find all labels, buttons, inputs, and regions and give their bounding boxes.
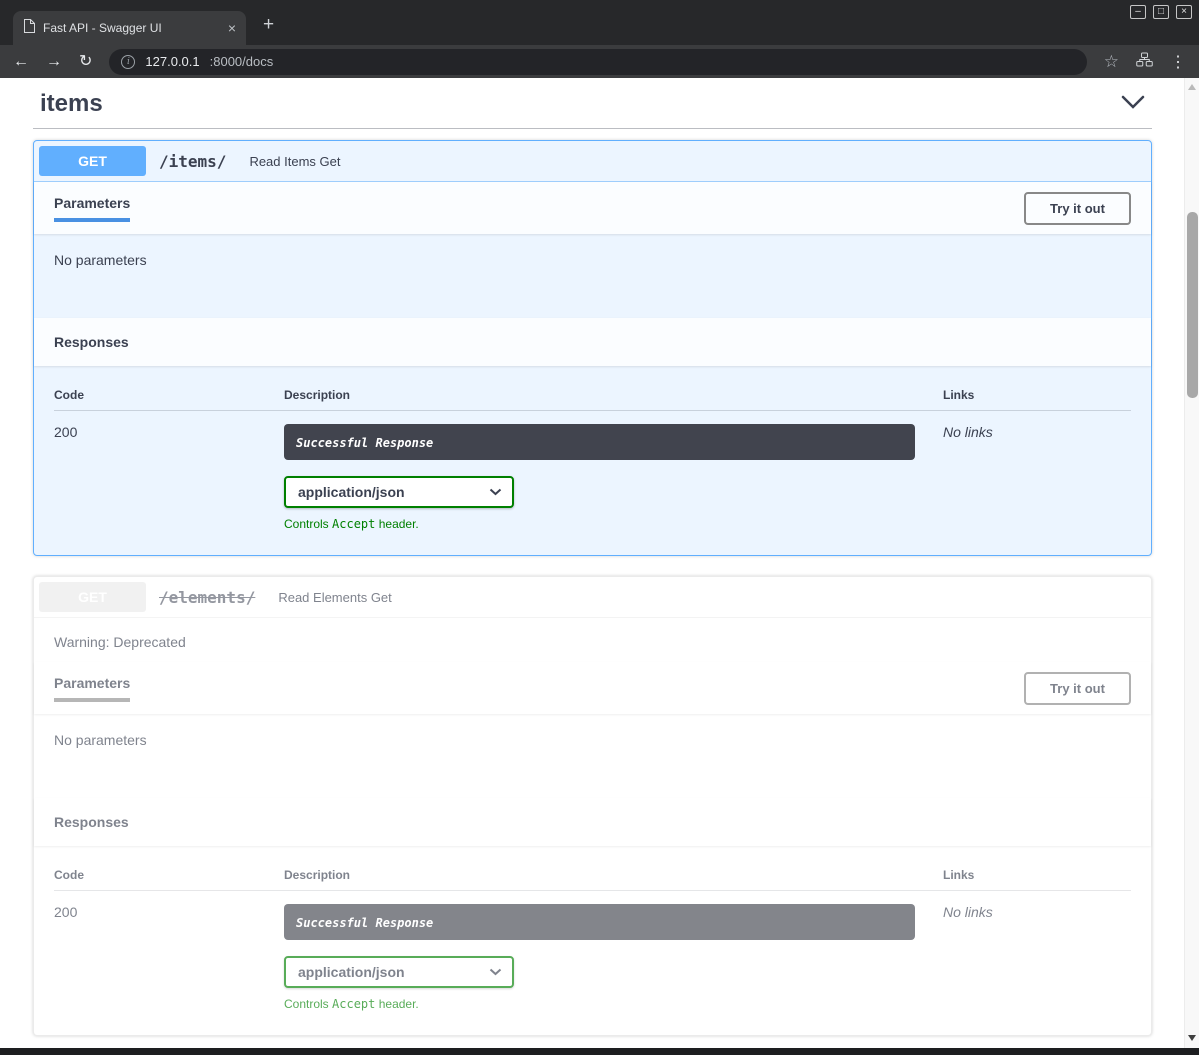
response-description-cell: Successful Response application/json Con… — [284, 424, 923, 531]
scroll-up-button[interactable] — [1185, 79, 1199, 94]
no-parameters-text: No parameters — [54, 252, 147, 268]
responses-content: Code Description Links 200 Successful Re… — [34, 846, 1151, 1035]
sitemap-icon[interactable] — [1136, 52, 1153, 72]
tab-parameters[interactable]: Parameters — [54, 195, 130, 222]
method-badge: GET — [39, 582, 146, 612]
forward-icon[interactable]: → — [46, 54, 62, 70]
page-content: items GET /items/ Read Items Get Paramet… — [0, 78, 1199, 1048]
reload-icon[interactable]: ↻ — [79, 54, 92, 70]
back-icon[interactable]: ← — [13, 54, 29, 70]
deprecated-warning: Warning: Deprecated — [34, 618, 1151, 662]
response-description-cell: Successful Response application/json Con… — [284, 904, 923, 1011]
operation-path: /elements/ — [159, 588, 255, 607]
responses-content: Code Description Links 200 Successful Re… — [34, 366, 1151, 555]
scroll-down-arrow-icon — [1188, 1035, 1196, 1041]
section-title: items — [40, 90, 103, 118]
operation-path: /items/ — [159, 152, 226, 171]
window-controls: – □ × — [1130, 5, 1192, 19]
response-code: 200 — [54, 904, 284, 1011]
operation-body: Parameters Try it out No parameters Resp… — [34, 182, 1151, 555]
no-parameters-text: No parameters — [54, 732, 147, 748]
operation-get-items: GET /items/ Read Items Get Parameters Tr… — [33, 140, 1152, 556]
tab-title: Fast API - Swagger UI — [43, 21, 220, 35]
url-bar[interactable]: i 127.0.0.1 :8000/docs — [109, 49, 1086, 75]
parameters-header: Parameters Try it out — [34, 662, 1151, 714]
swagger-ui: items GET /items/ Read Items Get Paramet… — [0, 78, 1199, 1036]
tab-parameters[interactable]: Parameters — [54, 675, 130, 702]
tag-section-header-items[interactable]: items — [33, 86, 1152, 129]
scroll-down-button[interactable] — [1185, 1030, 1199, 1045]
url-path: :8000/docs — [210, 54, 274, 69]
parameters-label: Parameters — [54, 195, 130, 222]
media-type-value: application/json — [298, 964, 405, 980]
operation-body: Warning: Deprecated Parameters Try it ou… — [34, 618, 1151, 1035]
page-favicon-icon — [23, 19, 35, 38]
operation-summary[interactable]: GET /items/ Read Items Get — [34, 141, 1151, 182]
responses-header: Responses — [34, 318, 1151, 366]
browser-window: Fast API - Swagger UI × + – □ × ← → ↻ i … — [0, 0, 1199, 1055]
menu-dots-icon[interactable]: ⋮ — [1170, 52, 1186, 72]
browser-tab[interactable]: Fast API - Swagger UI × — [13, 11, 246, 45]
select-chevron-icon — [489, 968, 502, 976]
bookmark-star-icon[interactable]: ☆ — [1104, 52, 1119, 72]
response-row: 200 Successful Response application/json… — [54, 411, 1131, 531]
minimize-button[interactable]: – — [1130, 5, 1146, 19]
response-links: No links — [923, 424, 1131, 531]
operation-description: Read Items Get — [249, 154, 340, 169]
window-bottom-frame — [0, 1048, 1199, 1055]
close-button[interactable]: × — [1176, 5, 1192, 19]
parameters-content: No parameters — [34, 714, 1151, 798]
parameters-content: No parameters — [34, 234, 1151, 318]
description-column-header: Description — [284, 868, 923, 882]
method-badge: GET — [39, 146, 146, 176]
maximize-button[interactable]: □ — [1153, 5, 1169, 19]
site-info-icon[interactable]: i — [121, 55, 135, 69]
links-column-header: Links — [923, 868, 1131, 882]
responses-label: Responses — [54, 334, 129, 350]
responses-table-header: Code Description Links — [54, 858, 1131, 891]
responses-header: Responses — [34, 798, 1151, 846]
description-column-header: Description — [284, 388, 923, 402]
operation-description: Read Elements Get — [278, 590, 391, 605]
code-column-header: Code — [54, 868, 284, 882]
responses-table-header: Code Description Links — [54, 378, 1131, 411]
media-type-value: application/json — [298, 484, 405, 500]
scrollbar-thumb[interactable] — [1187, 212, 1198, 398]
response-description-text: Successful Response — [296, 436, 433, 450]
try-it-out-button[interactable]: Try it out — [1024, 192, 1131, 225]
code-column-header: Code — [54, 388, 284, 402]
chevron-down-icon[interactable] — [1121, 95, 1145, 114]
response-description-box: Successful Response — [284, 424, 915, 460]
operation-get-elements-deprecated: GET /elements/ Read Elements Get Warning… — [33, 576, 1152, 1036]
accept-header-note: Controls Accept header. — [284, 997, 923, 1011]
new-tab-button[interactable]: + — [263, 15, 274, 35]
window-titlebar: Fast API - Swagger UI × + – □ × — [0, 0, 1199, 45]
select-chevron-icon — [489, 488, 502, 496]
response-row: 200 Successful Response application/json… — [54, 891, 1131, 1011]
media-type-select[interactable]: application/json — [284, 956, 514, 988]
try-it-out-button[interactable]: Try it out — [1024, 672, 1131, 705]
response-links: No links — [923, 904, 1131, 1011]
parameters-header: Parameters Try it out — [34, 182, 1151, 234]
vertical-scrollbar — [1184, 78, 1199, 1048]
links-column-header: Links — [923, 388, 1131, 402]
tab-close-icon[interactable]: × — [228, 21, 236, 35]
response-description-text: Successful Response — [296, 916, 433, 930]
parameters-label: Parameters — [54, 675, 130, 702]
operation-summary[interactable]: GET /elements/ Read Elements Get — [34, 577, 1151, 618]
media-type-select[interactable]: application/json — [284, 476, 514, 508]
response-code: 200 — [54, 424, 284, 531]
accept-header-note: Controls Accept header. — [284, 517, 923, 531]
url-host: 127.0.0.1 — [145, 54, 199, 69]
scroll-up-arrow-icon — [1188, 84, 1196, 90]
response-description-box: Successful Response — [284, 904, 915, 940]
responses-label: Responses — [54, 814, 129, 830]
browser-toolbar: ← → ↻ i 127.0.0.1 :8000/docs ☆ ⋮ — [0, 45, 1199, 78]
